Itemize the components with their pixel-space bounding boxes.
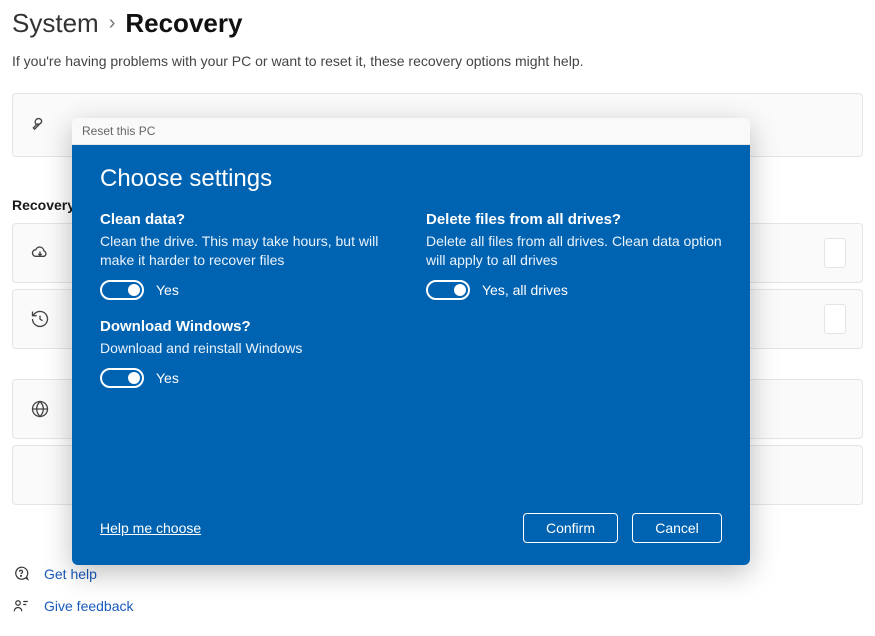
breadcrumb-parent[interactable]: System [12,8,99,39]
action-button[interactable] [824,238,846,268]
dialog-titlebar: Reset this PC [72,118,750,145]
setting-question: Download Windows? [100,318,396,335]
feedback-icon [12,597,30,615]
action-button[interactable] [824,304,846,334]
clean-data-toggle[interactable] [100,280,144,300]
get-help-label: Get help [44,566,97,582]
intro-text: If you're having problems with your PC o… [12,53,863,69]
toggle-value-label: Yes, all drives [482,282,568,298]
setting-delete-all-drives: Delete files from all drives? Delete all… [426,211,722,300]
chevron-right-icon: › [109,12,116,35]
get-help-link[interactable]: Get help [12,565,863,583]
download-windows-toggle[interactable] [100,368,144,388]
give-feedback-link[interactable]: Give feedback [12,597,863,615]
globe-icon [29,399,51,419]
confirm-button[interactable]: Confirm [523,513,618,543]
cancel-button[interactable]: Cancel [632,513,722,543]
setting-description: Download and reinstall Windows [100,339,396,358]
setting-question: Delete files from all drives? [426,211,722,228]
setting-question: Clean data? [100,211,396,228]
give-feedback-label: Give feedback [44,598,134,614]
dialog-heading: Choose settings [100,165,722,193]
toggle-value-label: Yes [156,282,179,298]
toggle-value-label: Yes [156,370,179,386]
wrench-icon [29,115,51,135]
setting-description: Delete all files from all drives. Clean … [426,232,722,270]
setting-clean-data: Clean data? Clean the drive. This may ta… [100,211,396,300]
help-me-choose-link[interactable]: Help me choose [100,520,201,536]
reset-pc-dialog: Reset this PC Choose settings Clean data… [72,118,750,565]
setting-description: Clean the drive. This may take hours, bu… [100,232,396,270]
setting-download-windows: Download Windows? Download and reinstall… [100,318,396,388]
page-title: Recovery [125,8,242,39]
cloud-download-icon [29,243,51,263]
delete-all-drives-toggle[interactable] [426,280,470,300]
history-icon [29,309,51,329]
chat-help-icon [12,565,30,583]
breadcrumb: System › Recovery [12,8,863,39]
